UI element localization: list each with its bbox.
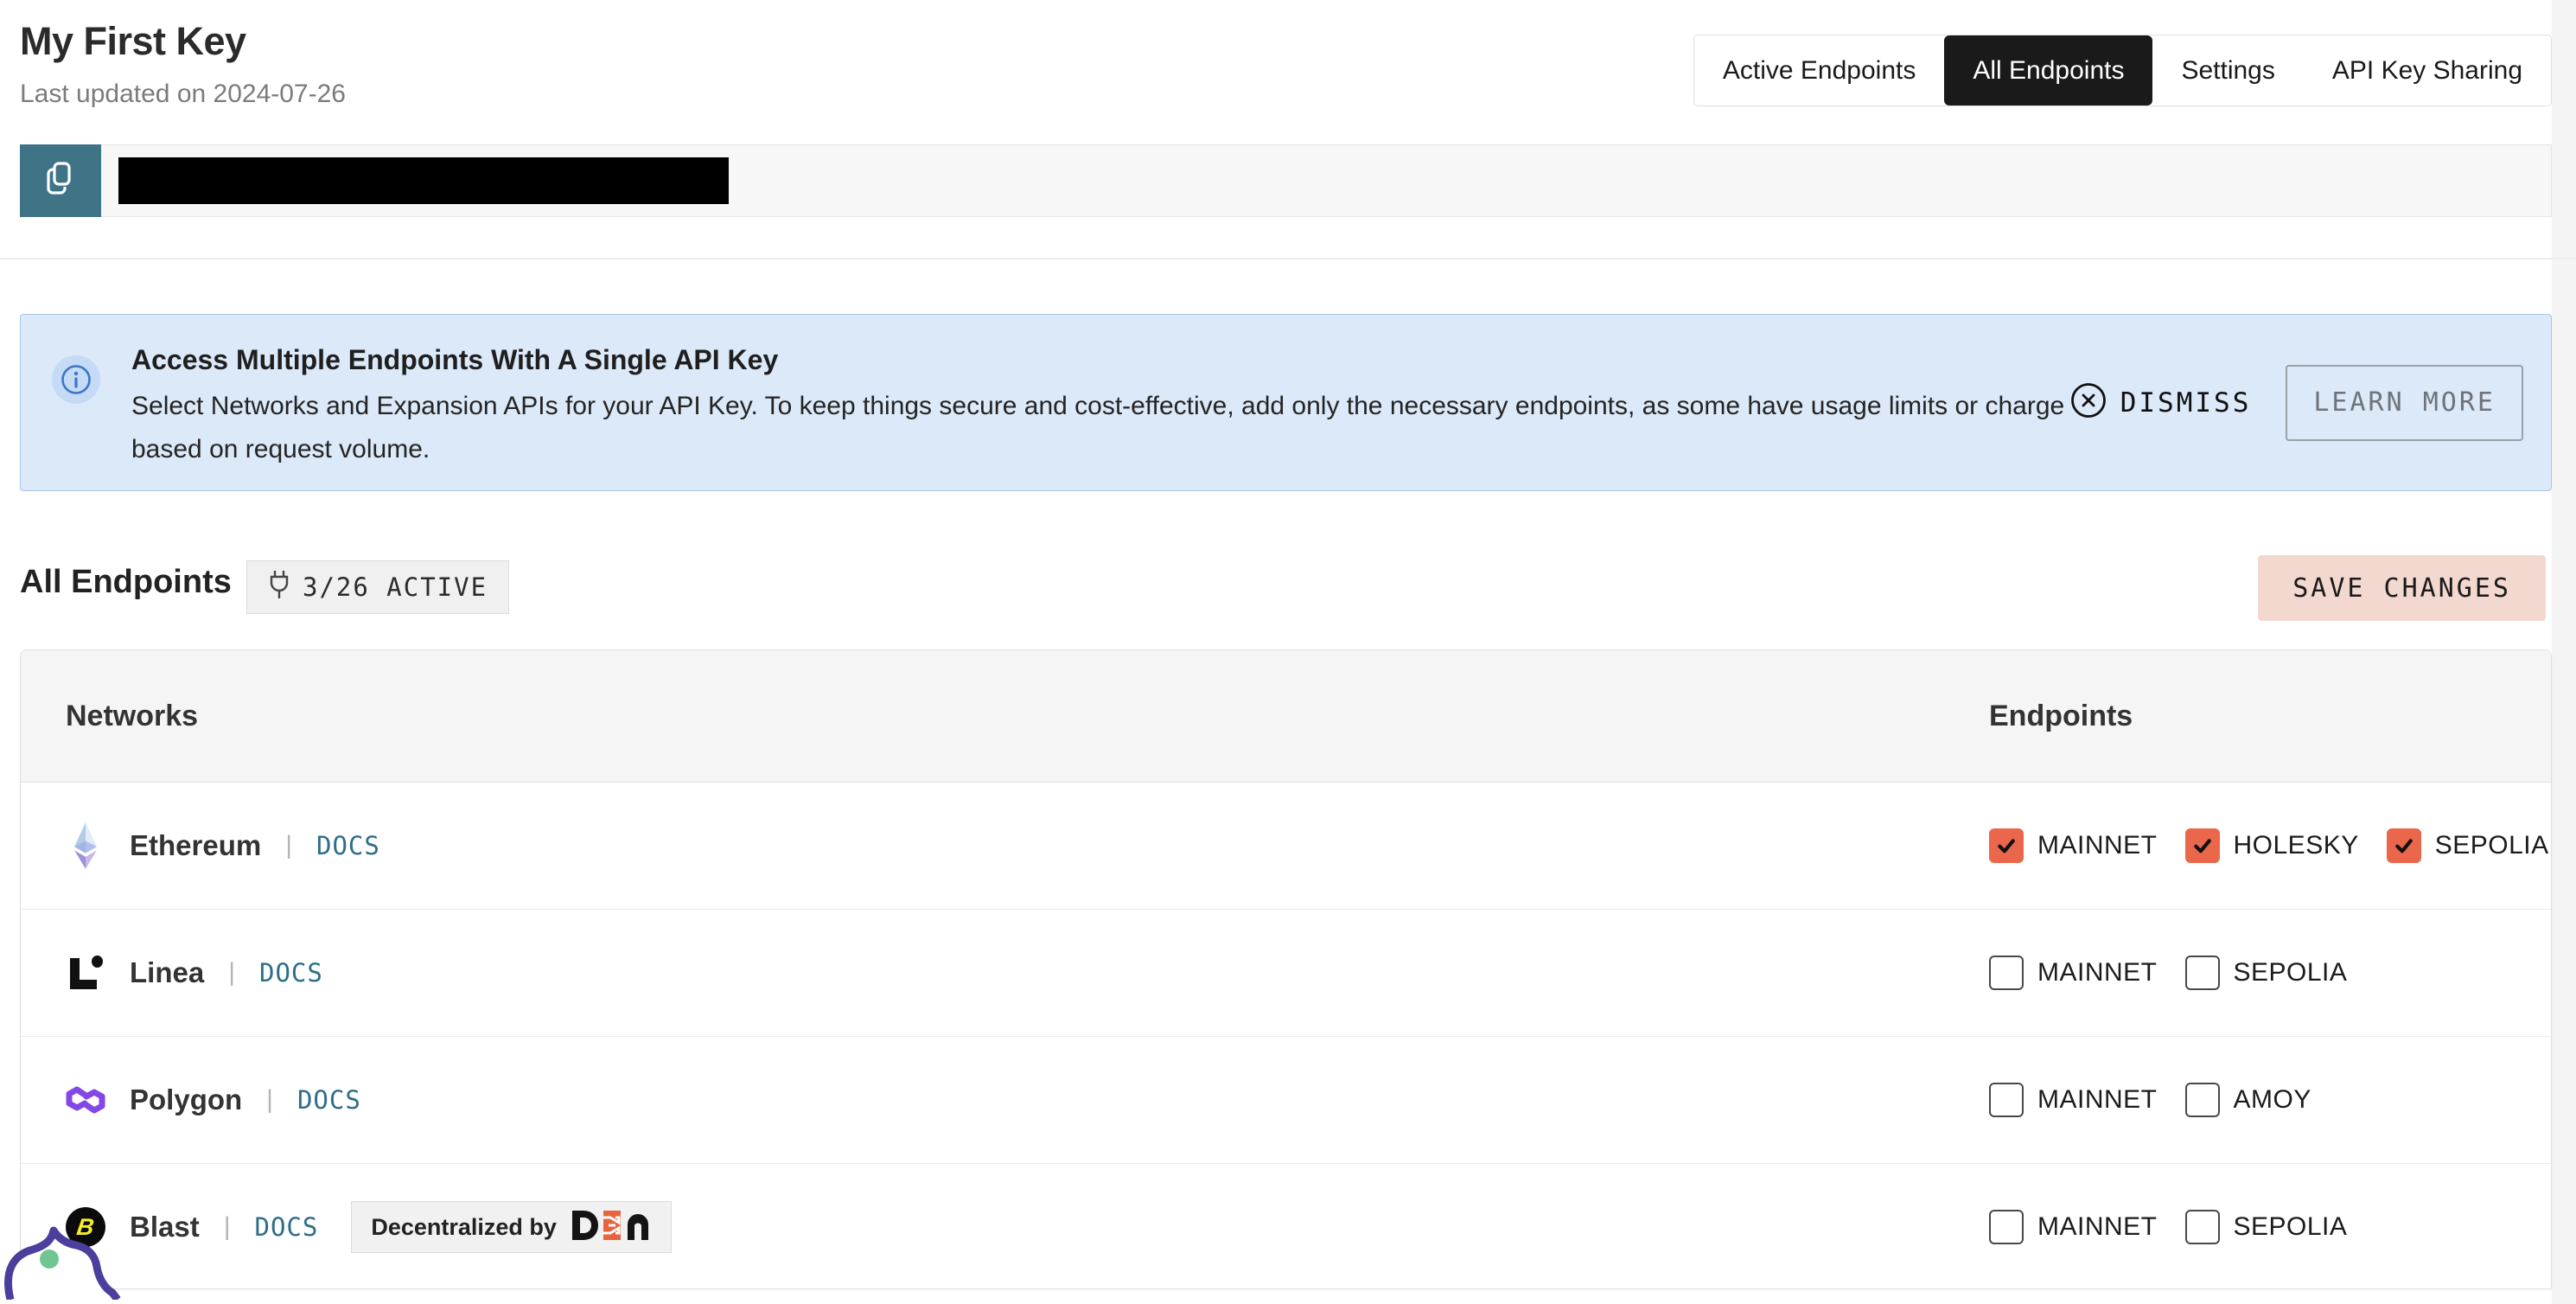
active-count-label: 3/26 ACTIVE (303, 572, 488, 602)
endpoint-label: AMOY (2234, 1085, 2311, 1115)
banner-text: Access Multiple Endpoints With A Single … (131, 344, 2068, 471)
endpoints-cell: MAINNET SEPOLIA (1989, 1164, 2347, 1289)
banner-actions: DISMISS LEARN MORE (2070, 315, 2523, 490)
chat-status-dot (40, 1250, 59, 1269)
table-header: Networks Endpoints (21, 650, 2551, 783)
networks-column-header: Networks (66, 650, 198, 782)
separator: | (266, 1085, 273, 1115)
endpoints-cell: MAINNET HOLESKY SEPOLIA (1989, 783, 2549, 909)
network-cell: Linea | DOCS (66, 910, 323, 1036)
last-updated-text: Last updated on 2024-07-26 (20, 80, 346, 109)
active-count-badge: 3/26 ACTIVE (246, 560, 509, 614)
table-row-polygon: Polygon | DOCS MAINNET AMOY (21, 1037, 2551, 1164)
dismiss-label: DISMISS (2120, 387, 2252, 419)
endpoint-option: MAINNET (1989, 956, 2158, 990)
table-row-ethereum: Ethereum | DOCS MAINNET HOLESKY (21, 783, 2551, 910)
learn-more-button[interactable]: LEARN MORE (2286, 365, 2523, 441)
endpoint-option: MAINNET (1989, 1210, 2158, 1244)
chat-widget-launcher[interactable] (0, 1217, 147, 1304)
tab-settings[interactable]: Settings (2152, 35, 2303, 105)
endpoint-label: MAINNET (2037, 831, 2158, 860)
page-title: My First Key (20, 19, 246, 64)
checkbox-polygon-amoy[interactable] (2185, 1083, 2220, 1117)
docs-link-blast[interactable]: DOCS (255, 1212, 319, 1242)
checkbox-ethereum-holesky[interactable] (2185, 828, 2220, 863)
endpoint-label: MAINNET (2037, 1085, 2158, 1115)
linea-icon (66, 949, 105, 997)
din-badge-label: Decentralized by (371, 1214, 557, 1241)
din-logo (571, 1209, 652, 1246)
banner-body: Select Networks and Expansion APIs for y… (131, 385, 2068, 471)
polygon-icon (66, 1076, 105, 1124)
endpoint-option: SEPOLIA (2387, 828, 2549, 863)
copy-icon (44, 161, 77, 201)
ethereum-icon (66, 821, 105, 870)
endpoint-option: AMOY (2185, 1083, 2311, 1117)
network-cell: B Blast | DOCS Decentralized by (66, 1164, 672, 1289)
info-icon (52, 355, 100, 404)
separator: | (228, 958, 235, 988)
endpoint-label: SEPOLIA (2234, 1212, 2348, 1242)
dismiss-circle-x-icon (2070, 382, 2107, 423)
endpoint-label: SEPOLIA (2435, 831, 2549, 860)
plug-icon (268, 569, 290, 606)
network-name: Linea (130, 956, 204, 989)
endpoint-option: HOLESKY (2185, 828, 2359, 863)
checkbox-blast-sepolia[interactable] (2185, 1210, 2220, 1244)
endpoint-option: SEPOLIA (2185, 956, 2348, 990)
info-banner: Access Multiple Endpoints With A Single … (20, 314, 2552, 491)
endpoint-label: MAINNET (2037, 958, 2158, 988)
checkbox-blast-mainnet[interactable] (1989, 1210, 2024, 1244)
network-name: Polygon (130, 1083, 242, 1116)
endpoints-table: Networks Endpoints Ethereum | DOCS (20, 649, 2552, 1289)
docs-link-linea[interactable]: DOCS (259, 958, 323, 988)
separator: | (285, 831, 292, 860)
endpoints-column-header: Endpoints (1989, 650, 2133, 782)
save-changes-button[interactable]: SAVE CHANGES (2258, 555, 2546, 621)
copy-key-button[interactable] (20, 144, 101, 217)
endpoints-cell: MAINNET SEPOLIA (1989, 910, 2347, 1036)
banner-title: Access Multiple Endpoints With A Single … (131, 344, 2068, 376)
network-name: Ethereum (130, 829, 261, 862)
tab-active-endpoints[interactable]: Active Endpoints (1694, 35, 1944, 105)
dismiss-button[interactable]: DISMISS (2070, 382, 2252, 423)
endpoint-label: SEPOLIA (2234, 958, 2348, 988)
separator: | (224, 1212, 231, 1242)
endpoints-cell: MAINNET AMOY (1989, 1037, 2311, 1163)
api-key-bar (20, 144, 2552, 217)
page-scroll-gutter (2552, 0, 2576, 1304)
checkbox-ethereum-mainnet[interactable] (1989, 828, 2024, 863)
docs-link-ethereum[interactable]: DOCS (316, 831, 380, 860)
checkbox-polygon-mainnet[interactable] (1989, 1083, 2024, 1117)
endpoint-option: SEPOLIA (2185, 1210, 2348, 1244)
table-row-linea: Linea | DOCS MAINNET SEPOLIA (21, 910, 2551, 1037)
redacted-api-key (118, 157, 729, 204)
decentralized-by-din-badge: Decentralized by (351, 1201, 672, 1253)
section-divider (0, 258, 2576, 259)
tab-all-endpoints[interactable]: All Endpoints (1944, 35, 2152, 105)
table-row-blast: B Blast | DOCS Decentralized by (21, 1164, 2551, 1289)
endpoint-label: MAINNET (2037, 1212, 2158, 1242)
key-tabs: Active Endpoints All Endpoints Settings … (1693, 35, 2552, 106)
network-cell: Polygon | DOCS (66, 1037, 361, 1163)
checkbox-ethereum-sepolia[interactable] (2387, 828, 2421, 863)
checkbox-linea-mainnet[interactable] (1989, 956, 2024, 990)
api-key-field[interactable] (101, 144, 2552, 217)
endpoint-label: HOLESKY (2234, 831, 2359, 860)
network-cell: Ethereum | DOCS (66, 783, 380, 909)
endpoint-option: MAINNET (1989, 828, 2158, 863)
docs-link-polygon[interactable]: DOCS (297, 1085, 361, 1115)
all-endpoints-heading: All Endpoints (20, 564, 232, 601)
endpoint-option: MAINNET (1989, 1083, 2158, 1117)
checkbox-linea-sepolia[interactable] (2185, 956, 2220, 990)
tab-api-key-sharing[interactable]: API Key Sharing (2304, 35, 2551, 105)
